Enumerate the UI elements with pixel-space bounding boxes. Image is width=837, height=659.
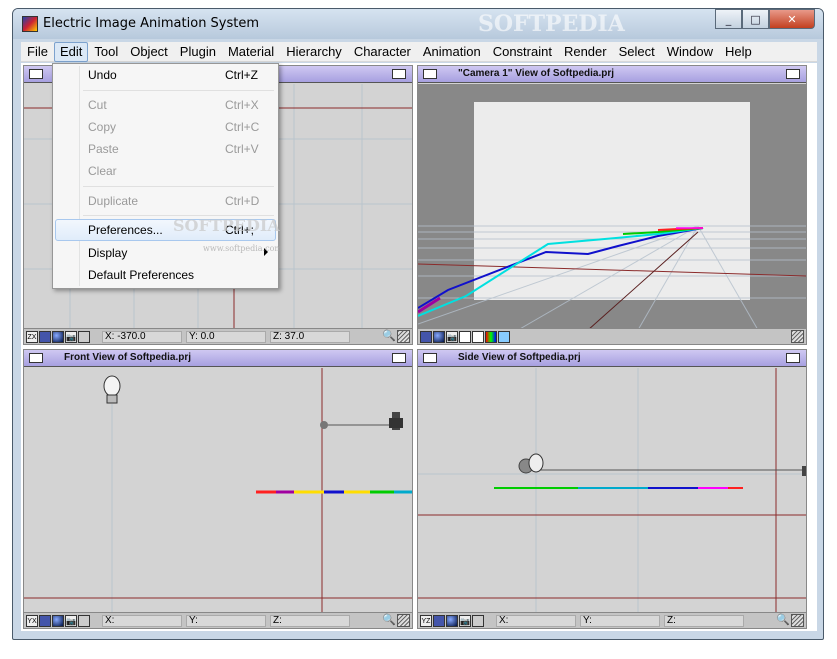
minimize-button[interactable]: _ [715, 9, 742, 29]
film-icon[interactable] [420, 331, 432, 343]
film-icon[interactable] [433, 615, 445, 627]
axis-icon[interactable]: YX [26, 615, 38, 627]
sphere-icon[interactable] [433, 331, 445, 343]
menu-select[interactable]: Select [613, 42, 661, 62]
camera-icon[interactable]: 📷 [65, 615, 77, 627]
viewport-title: Side View of Softpedia.prj [458, 352, 581, 363]
viewport-maximize-icon[interactable] [392, 353, 406, 363]
window-title: Electric Image Animation System [43, 16, 260, 31]
viewport-side[interactable]: Side View of Softpedia.prj YZ 📷 X: Y: Z:… [417, 349, 807, 629]
menu-separator [83, 90, 274, 91]
x-coord-field[interactable]: X: -370.0 [102, 331, 182, 343]
sphere-icon[interactable] [52, 331, 64, 343]
viewport-statusbar: ZX 📷 X: -370.0 Y: 0.0 Z: 37.0 🔍 [24, 328, 412, 344]
refresh-icon[interactable] [498, 331, 510, 343]
sphere-icon[interactable] [446, 615, 458, 627]
menu-animation[interactable]: Animation [417, 42, 487, 62]
film-icon[interactable] [39, 615, 51, 627]
viewport-maximize-icon[interactable] [786, 69, 800, 79]
viewport-front[interactable]: Front View of Softpedia.prj YX 📷 X: Y: Z… [23, 349, 413, 629]
menu-item-clear[interactable]: Clear [55, 160, 276, 182]
viewport-menu-icon[interactable] [423, 69, 437, 79]
zoom-icon[interactable]: 🔍 [776, 614, 790, 627]
menu-edit[interactable]: Edit [53, 42, 89, 62]
viewport-canvas[interactable] [418, 368, 807, 614]
resize-grip-icon[interactable] [791, 330, 804, 343]
maximize-button[interactable]: □ [742, 9, 769, 29]
camera-icon[interactable]: 📷 [65, 331, 77, 343]
watermark-logo: SOFTPEDIA [173, 216, 280, 235]
axis-icon[interactable]: ZX [26, 331, 38, 343]
safe-frame-icon[interactable] [472, 331, 484, 343]
viewport-title: Front View of Softpedia.prj [64, 352, 192, 363]
title-bar: Electric Image Animation System SOFTPEDI… [13, 9, 823, 39]
viewport-statusbar: YX 📷 X: Y: Z: 🔍 [24, 612, 412, 628]
camera-icon[interactable]: 📷 [446, 331, 458, 343]
menu-character[interactable]: Character [348, 42, 417, 62]
x-coord-field[interactable]: X: [496, 615, 576, 627]
viewport-maximize-icon[interactable] [786, 353, 800, 363]
menu-separator [83, 186, 274, 187]
viewport-statusbar: YZ 📷 X: Y: Z: 🔍 [418, 612, 806, 628]
frame-icon[interactable] [459, 331, 471, 343]
film-icon[interactable] [39, 331, 51, 343]
x-coord-field[interactable]: X: [102, 615, 182, 627]
y-coord-field[interactable]: Y: [186, 615, 266, 627]
resize-grip-icon[interactable] [397, 614, 410, 627]
viewport-menu-icon[interactable] [423, 353, 437, 363]
resize-grip-icon[interactable] [397, 330, 410, 343]
y-coord-field[interactable]: Y: 0.0 [186, 331, 266, 343]
viewport-camera[interactable]: "Camera 1" View of Softpedia.prj 📷 [417, 65, 807, 345]
menu-hierarchy[interactable]: Hierarchy [280, 42, 348, 62]
close-button[interactable]: ✕ [769, 9, 815, 29]
app-icon [22, 16, 38, 32]
viewport-maximize-icon[interactable] [392, 69, 406, 79]
menu-render[interactable]: Render [558, 42, 613, 62]
resize-grip-icon[interactable] [791, 614, 804, 627]
axis-icon[interactable]: YZ [420, 615, 432, 627]
watermark-url: www.softpedia.com [203, 244, 282, 253]
camera-icon[interactable]: 📷 [459, 615, 471, 627]
watermark-logo: SOFTPEDIA [478, 11, 625, 37]
y-coord-field[interactable]: Y: [580, 615, 660, 627]
menu-item-undo[interactable]: Undo Ctrl+Z [55, 64, 276, 86]
zoom-icon[interactable]: 🔍 [382, 614, 396, 627]
viewport-canvas[interactable] [24, 368, 413, 614]
camera-canvas[interactable] [418, 84, 807, 330]
z-coord-field[interactable]: Z: [664, 615, 744, 627]
light-icon[interactable] [78, 331, 90, 343]
menu-window[interactable]: Window [661, 42, 719, 62]
menu-material[interactable]: Material [222, 42, 280, 62]
menu-constraint[interactable]: Constraint [487, 42, 558, 62]
light-bulb-icon [103, 375, 121, 404]
menu-help[interactable]: Help [719, 42, 758, 62]
menu-plugin[interactable]: Plugin [174, 42, 222, 62]
viewport-title: "Camera 1" View of Softpedia.prj [458, 68, 615, 79]
light-icon[interactable] [472, 615, 484, 627]
menu-item-cut[interactable]: Cut Ctrl+X [55, 94, 276, 116]
menu-item-copy[interactable]: Copy Ctrl+C [55, 116, 276, 138]
menu-bar: File Edit Tool Object Plugin Material Hi… [21, 42, 817, 62]
menu-object[interactable]: Object [124, 42, 174, 62]
viewport-statusbar: 📷 [418, 328, 806, 344]
viewport-menu-icon[interactable] [29, 69, 43, 79]
menu-item-duplicate[interactable]: Duplicate Ctrl+D [55, 190, 276, 212]
light-icon[interactable] [78, 615, 90, 627]
z-coord-field[interactable]: Z: [270, 615, 350, 627]
menu-tool[interactable]: Tool [88, 42, 124, 62]
menu-item-paste[interactable]: Paste Ctrl+V [55, 138, 276, 160]
menu-item-default-preferences[interactable]: Default Preferences [55, 264, 276, 286]
menu-file[interactable]: File [21, 42, 54, 62]
sphere-icon[interactable] [52, 615, 64, 627]
color-bars-icon[interactable] [485, 331, 497, 343]
zoom-icon[interactable]: 🔍 [382, 330, 396, 343]
z-coord-field[interactable]: Z: 37.0 [270, 331, 350, 343]
edit-menu-dropdown: Undo Ctrl+Z Cut Ctrl+X Copy Ctrl+C Paste… [52, 63, 282, 289]
viewport-menu-icon[interactable] [29, 353, 43, 363]
